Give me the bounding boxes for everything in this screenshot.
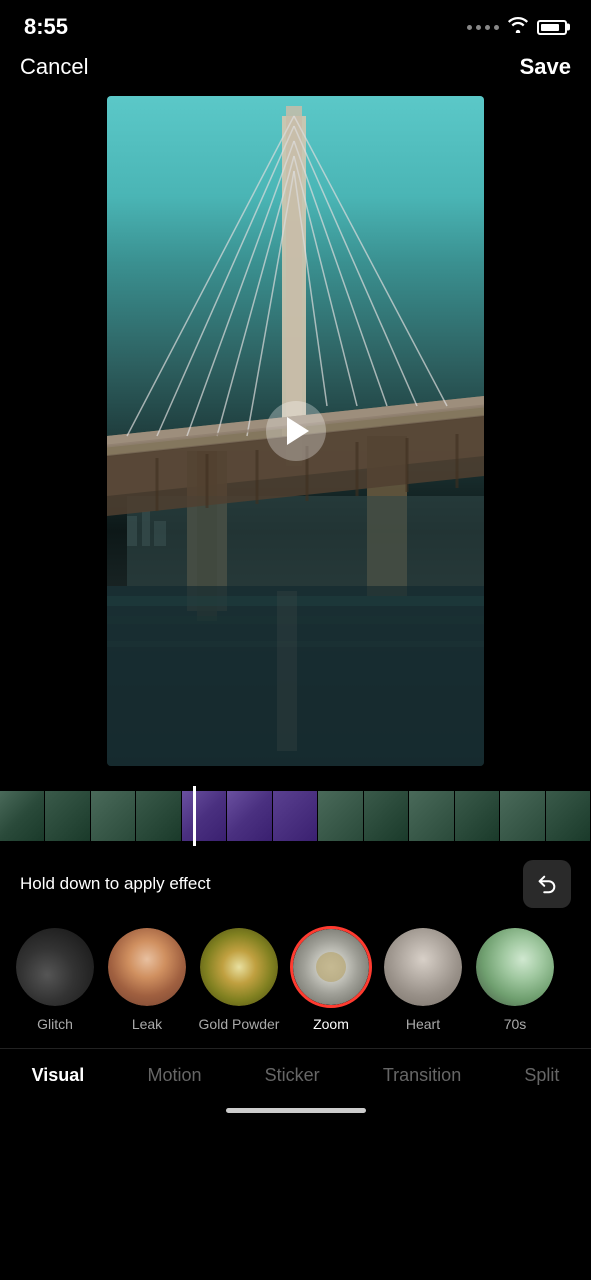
hold-down-text: Hold down to apply effect: [20, 874, 211, 894]
effect-label-leak: Leak: [132, 1016, 162, 1032]
film-frame: [364, 791, 409, 841]
film-frame: [91, 791, 136, 841]
nav-item-visual[interactable]: Visual: [16, 1061, 101, 1090]
effect-thumb-70s: [474, 926, 556, 1008]
effect-inner-gold-powder: [200, 928, 278, 1006]
effect-thumb-glitch: [14, 926, 96, 1008]
effect-inner-heart: [384, 928, 462, 1006]
top-bar: Cancel Save: [0, 50, 591, 96]
undo-icon: [536, 873, 558, 895]
film-frame: [500, 791, 545, 841]
hold-down-row: Hold down to apply effect: [0, 846, 591, 918]
signal-dots: [467, 25, 499, 30]
timeline-strip: [0, 791, 591, 841]
effect-inner-70s: [476, 928, 554, 1006]
bottom-nav: Visual Motion Sticker Transition Split: [0, 1048, 591, 1098]
nav-item-transition[interactable]: Transition: [367, 1061, 477, 1090]
nav-item-split[interactable]: Split: [508, 1061, 575, 1090]
timeline[interactable]: [0, 786, 591, 846]
effect-item-glitch[interactable]: Glitch: [12, 926, 98, 1032]
film-frame: [409, 791, 454, 841]
wifi-icon: [507, 17, 529, 38]
effect-item-leak[interactable]: Leak: [104, 926, 190, 1032]
play-icon: [287, 417, 309, 445]
video-preview[interactable]: [107, 96, 484, 766]
effect-label-zoom: Zoom: [313, 1016, 349, 1032]
status-bar: 8:55: [0, 0, 591, 50]
effect-label-gold-powder: Gold Powder: [199, 1016, 280, 1032]
film-frame-purple: [273, 791, 318, 841]
home-indicator: [226, 1108, 366, 1113]
nav-item-sticker[interactable]: Sticker: [249, 1061, 336, 1090]
effect-label-70s: 70s: [504, 1016, 527, 1032]
effect-thumb-leak: [106, 926, 188, 1008]
film-frame: [318, 791, 363, 841]
film-frame-purple: [227, 791, 272, 841]
effect-label-heart: Heart: [406, 1016, 440, 1032]
effect-item-gold-powder[interactable]: Gold Powder: [196, 926, 282, 1032]
status-icons: [467, 17, 567, 38]
film-frame: [455, 791, 500, 841]
effect-item-70s[interactable]: 70s: [472, 926, 558, 1032]
status-time: 8:55: [24, 14, 68, 40]
film-frame: [0, 791, 45, 841]
film-frame-purple: [182, 791, 227, 841]
effect-inner-zoom: [293, 929, 369, 1005]
effect-inner-leak: [108, 928, 186, 1006]
save-button[interactable]: Save: [520, 54, 571, 80]
undo-button[interactable]: [523, 860, 571, 908]
effect-label-glitch: Glitch: [37, 1016, 73, 1032]
film-frame: [136, 791, 181, 841]
play-button[interactable]: [266, 401, 326, 461]
nav-item-motion[interactable]: Motion: [131, 1061, 217, 1090]
film-frame: [45, 791, 90, 841]
effect-item-heart[interactable]: Heart: [380, 926, 466, 1032]
effect-item-zoom[interactable]: Zoom: [288, 926, 374, 1032]
cancel-button[interactable]: Cancel: [20, 54, 88, 80]
timeline-cursor: [193, 786, 196, 846]
effect-inner-glitch: [16, 928, 94, 1006]
effect-thumb-heart: [382, 926, 464, 1008]
effects-row: Glitch Leak Gold Powder Zoom Heart 70s: [0, 918, 591, 1040]
effect-thumb-zoom: [290, 926, 372, 1008]
battery-icon: [537, 20, 567, 35]
effect-thumb-gold-powder: [198, 926, 280, 1008]
film-frame: [546, 791, 591, 841]
